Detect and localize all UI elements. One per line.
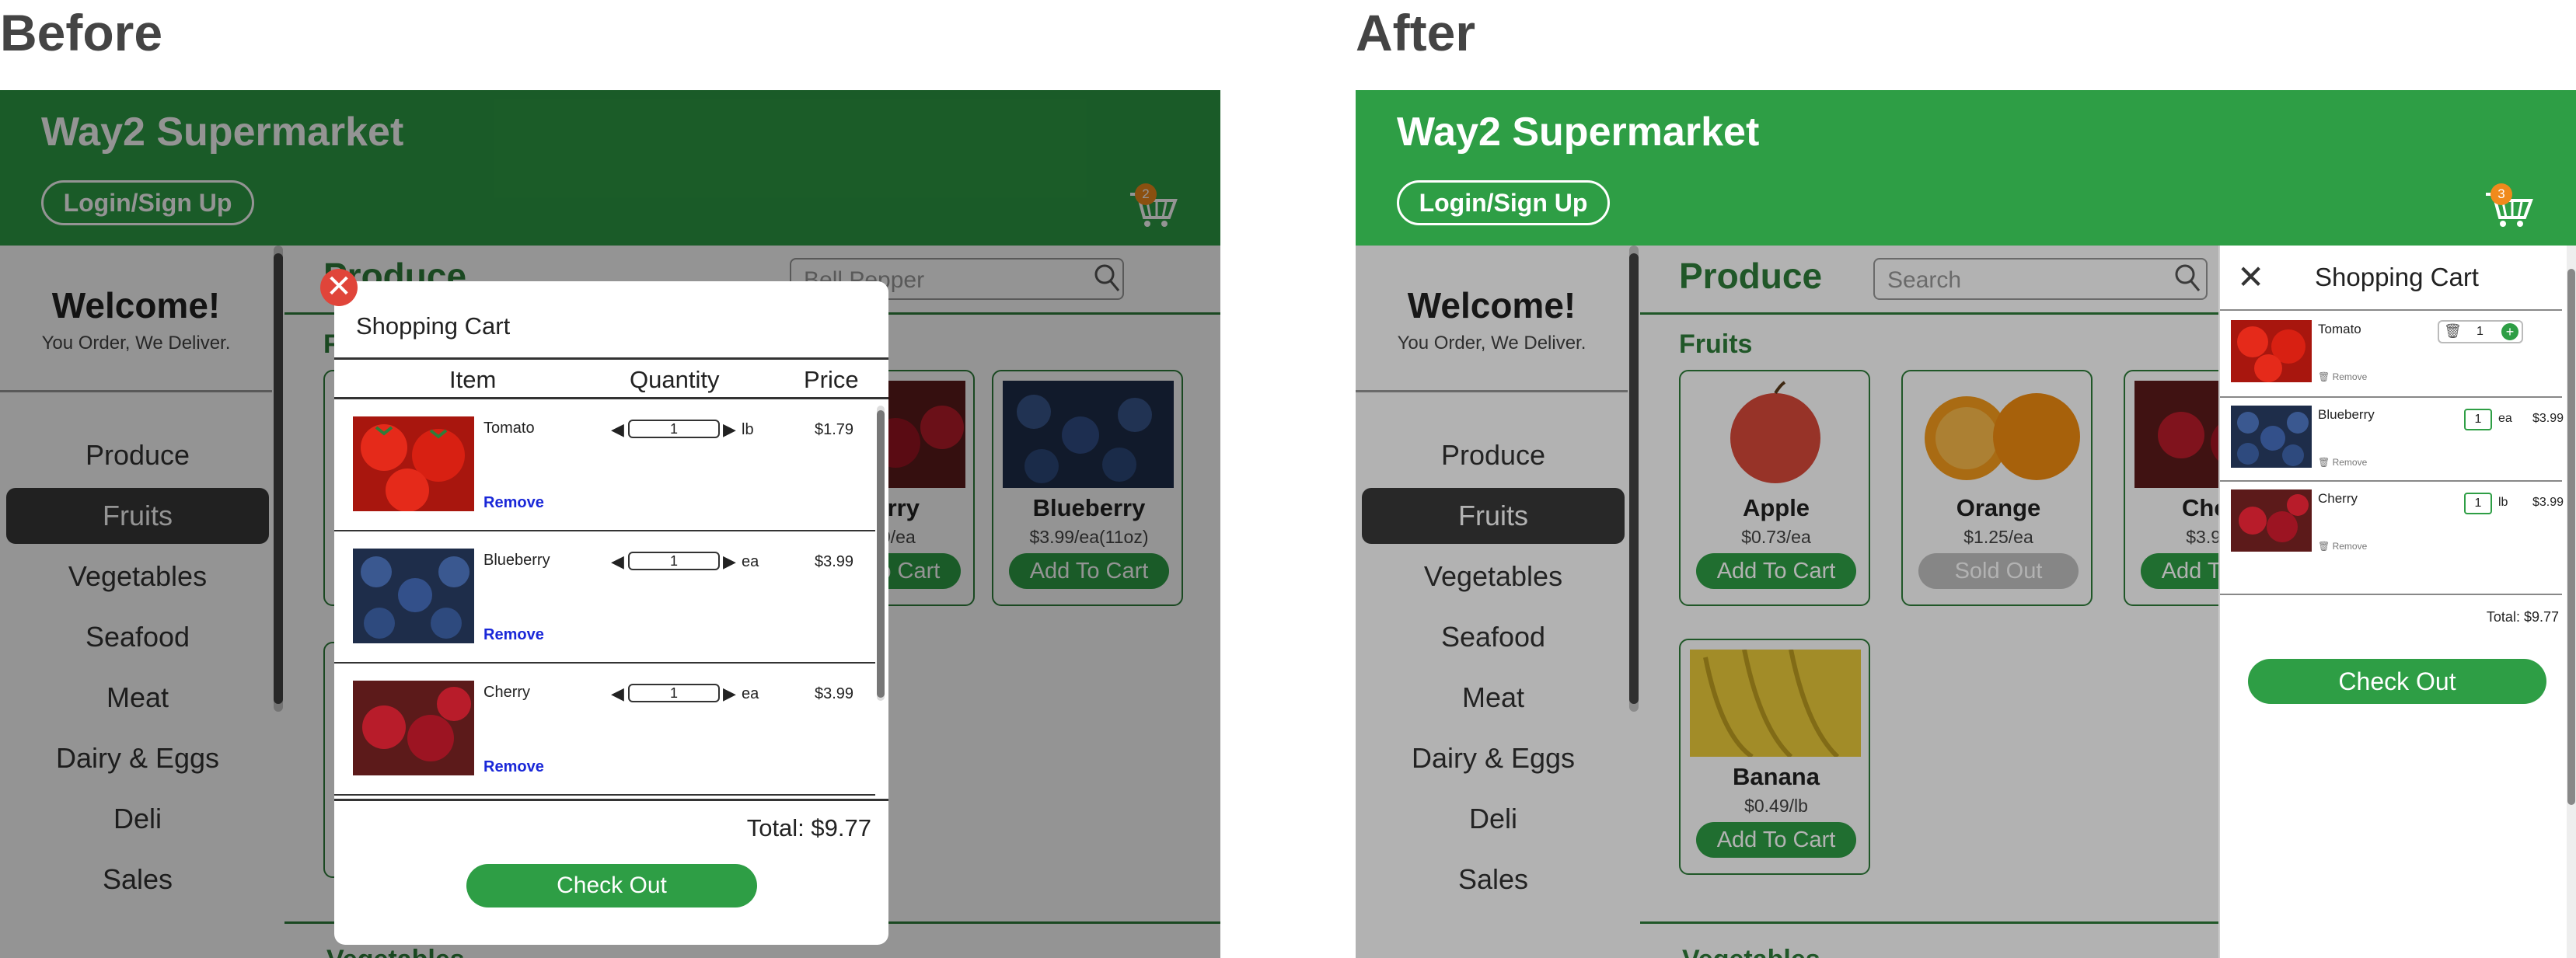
quantity-stepper[interactable]: 🗑 1 + <box>2438 320 2523 343</box>
total-divider <box>2220 594 2562 595</box>
checkout-button[interactable]: Check Out <box>466 864 757 907</box>
cart-total: Total: $9.77 <box>746 814 871 841</box>
quantity-input[interactable]: 1 <box>2464 493 2492 514</box>
quantity-input[interactable]: 1 <box>628 552 720 570</box>
cart-footer-divider <box>334 799 888 801</box>
decrease-arrow-icon[interactable]: ◀ <box>611 420 624 440</box>
close-icon[interactable]: ✕ <box>320 269 358 306</box>
cart-item-price: $1.79 <box>815 421 854 438</box>
cart-item-name: Blueberry <box>2318 407 2375 422</box>
cart-title: Shopping Cart <box>356 312 511 340</box>
quantity-input[interactable]: 1 <box>2464 409 2492 430</box>
cherry-image <box>353 681 474 775</box>
quantity-unit: ea <box>742 685 759 702</box>
before-caption: Before <box>0 4 163 61</box>
blueberry-image <box>353 549 474 643</box>
cart-row-blueberry: Blueberry Remove ◀ 1 ▶ ea $3.99 <box>334 531 875 664</box>
tomato-image <box>2231 320 2312 382</box>
increase-arrow-icon[interactable]: ▶ <box>723 684 736 704</box>
quantity-value[interactable]: 1 <box>2477 325 2484 339</box>
col-quantity: Quantity <box>630 366 720 393</box>
after-screen: Way2 Supermarket Login/Sign Up 3 Welcome… <box>1356 90 2576 958</box>
remove-link[interactable]: Remove <box>483 626 544 644</box>
trash-icon[interactable]: 🗑 <box>2444 323 2462 340</box>
cart-item-name: Cherry <box>483 684 531 701</box>
decrease-arrow-icon[interactable]: ◀ <box>611 552 624 572</box>
quantity-unit: ea <box>742 553 759 570</box>
site-logo[interactable]: Way2 Supermarket <box>1397 109 1759 155</box>
login-button[interactable]: Login/Sign Up <box>1397 180 1610 225</box>
cart-table-header: Item Quantity Price <box>334 357 888 399</box>
remove-link[interactable]: 🗑 Remove <box>2318 541 2367 552</box>
cart-row-blueberry: Blueberry 🗑 Remove 1 ea $3.99 <box>2220 398 2564 482</box>
cherry-image <box>2231 489 2312 552</box>
decrease-arrow-icon[interactable]: ◀ <box>611 684 624 704</box>
plus-icon[interactable]: + <box>2501 323 2518 340</box>
quantity-unit: lb <box>742 421 754 438</box>
cart-row-cherry: Cherry Remove ◀ 1 ▶ ea $3.99 <box>334 664 875 796</box>
cart-item-name: Tomato <box>483 420 535 437</box>
close-icon[interactable]: ✕ <box>2237 258 2264 296</box>
remove-link[interactable]: Remove <box>483 758 544 776</box>
shopping-cart-drawer: ✕ Shopping Cart Tomato 🗑 Remove 🗑 1 + Bl… <box>2218 246 2576 958</box>
shopping-cart-modal: Shopping Cart Item Quantity Price Tomato… <box>334 281 888 945</box>
quantity-input[interactable]: 1 <box>628 420 720 438</box>
cart-item-name: Tomato <box>2318 322 2361 336</box>
cart-item-price: $3.99 <box>815 553 854 570</box>
cart-total: Total: $9.77 <box>2486 609 2559 625</box>
drawer-scrollbar[interactable] <box>2567 246 2576 958</box>
cart-item-name: Cherry <box>2318 491 2358 506</box>
after-caption: After <box>1356 4 1476 61</box>
drawer-divider <box>2220 309 2562 311</box>
blueberry-image <box>2231 406 2312 468</box>
quantity-unit: lb <box>2498 496 2508 509</box>
cart-row-tomato: Tomato Remove ◀ 1 ▶ lb $1.79 <box>334 399 875 531</box>
before-screen: Way2 Supermarket Login/Sign Up 2 Welcome… <box>0 90 1220 958</box>
increase-arrow-icon[interactable]: ▶ <box>723 552 736 572</box>
cart-count-badge: 3 <box>2490 183 2512 205</box>
cart-item-price: $3.99 <box>2532 412 2564 425</box>
drawer-backdrop[interactable] <box>1356 246 2218 958</box>
checkout-button[interactable]: Check Out <box>2248 659 2546 704</box>
cart-row-tomato: Tomato 🗑 Remove 🗑 1 + <box>2220 312 2562 396</box>
cart-title: Shopping Cart <box>2315 263 2479 291</box>
increase-arrow-icon[interactable]: ▶ <box>723 420 736 440</box>
remove-link[interactable]: 🗑 Remove <box>2318 371 2367 382</box>
cart-item-name: Blueberry <box>483 552 550 569</box>
cart-item-price: $3.99 <box>2532 496 2564 509</box>
tomato-image <box>353 416 474 511</box>
cart-item-price: $3.99 <box>815 685 854 702</box>
quantity-input[interactable]: 1 <box>628 684 720 702</box>
header: Way2 Supermarket Login/Sign Up 3 <box>1356 90 2576 246</box>
remove-link[interactable]: Remove <box>483 494 544 512</box>
col-price: Price <box>804 366 859 393</box>
col-item: Item <box>449 366 497 393</box>
remove-link[interactable]: 🗑 Remove <box>2318 457 2367 468</box>
quantity-unit: ea <box>2498 412 2512 425</box>
cart-scrollbar[interactable] <box>877 406 885 701</box>
cart-row-cherry: Cherry 🗑 Remove 1 lb $3.99 <box>2220 482 2564 566</box>
